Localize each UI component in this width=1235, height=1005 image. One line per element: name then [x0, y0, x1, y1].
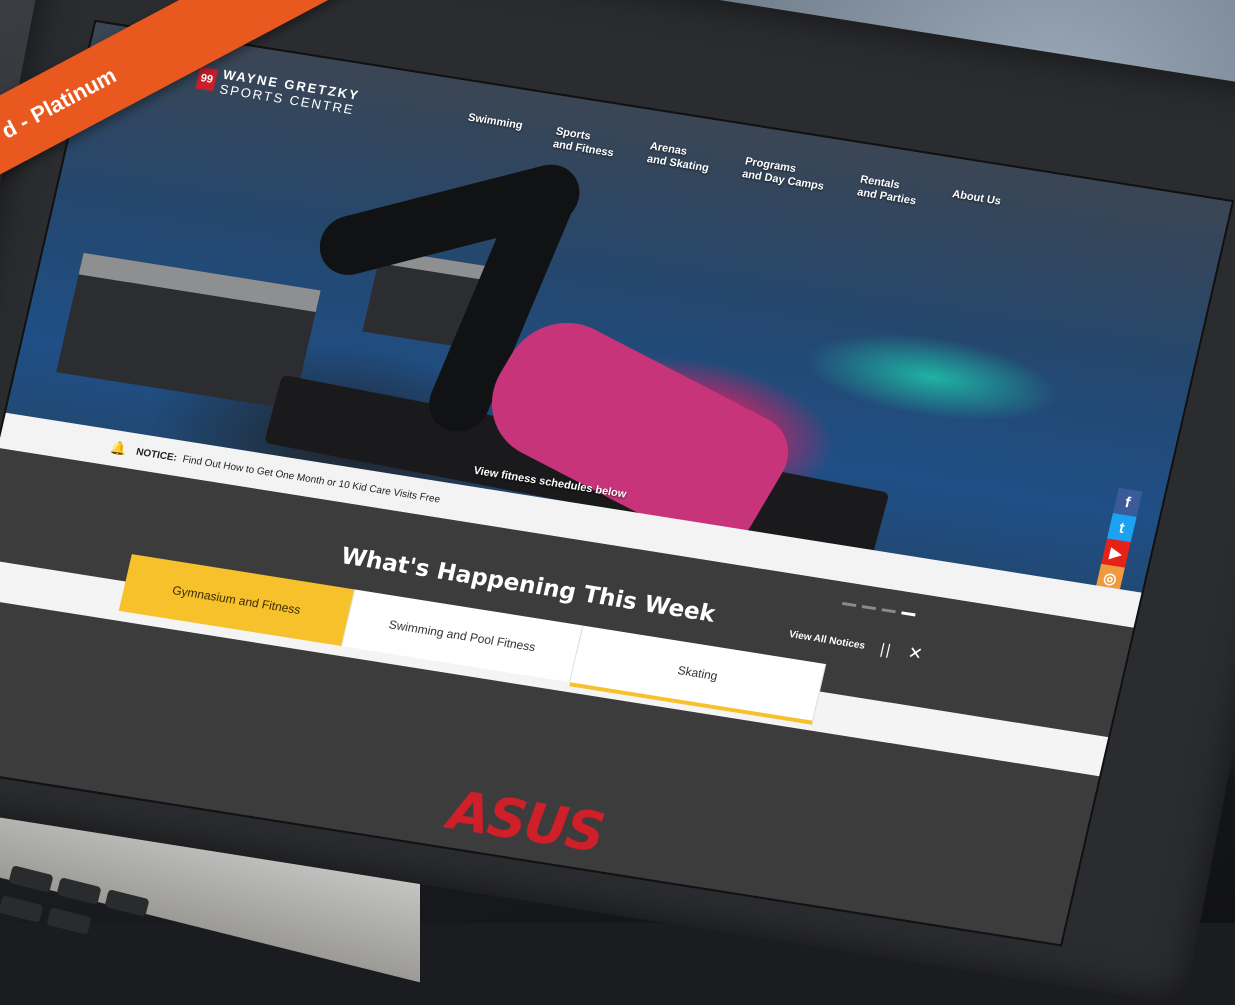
bell-icon: 🔔 [108, 439, 129, 457]
notice-label: NOTICE: [135, 446, 179, 464]
keyboard-keys [0, 860, 200, 935]
pause-icon[interactable]: || [879, 640, 894, 658]
logo-badge: 99 [195, 66, 219, 92]
